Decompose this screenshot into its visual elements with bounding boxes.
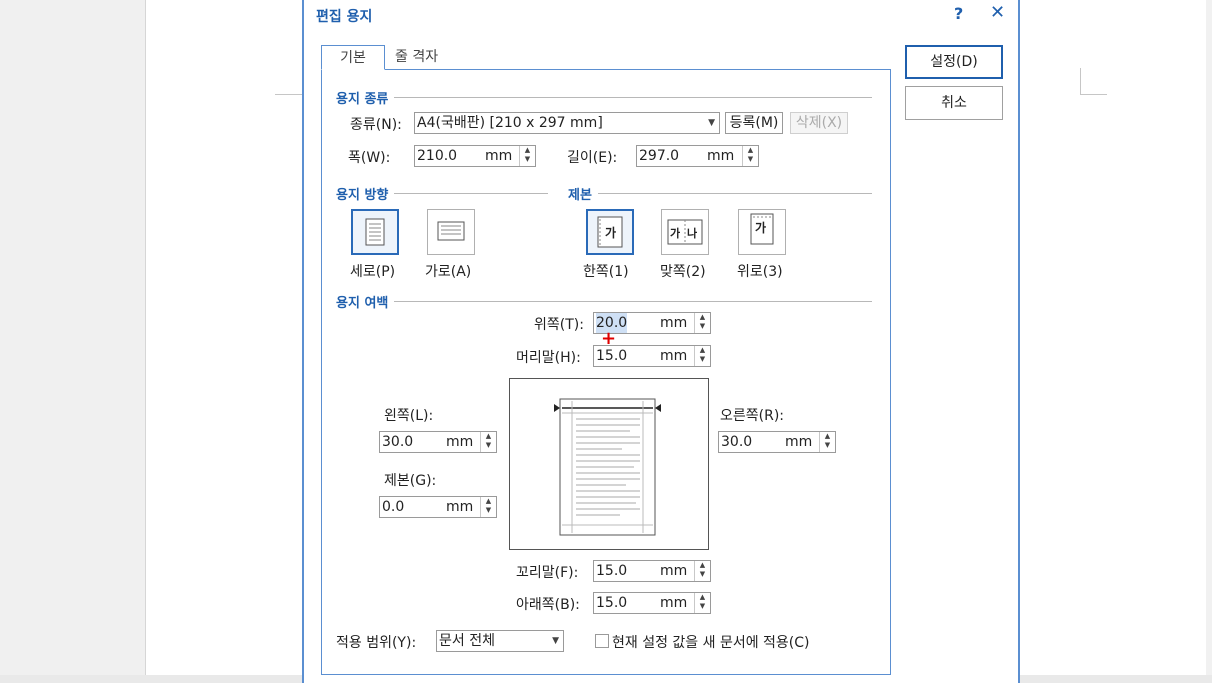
apply-scope-select[interactable]: 문서 전체 ▼ — [436, 630, 564, 652]
spinner-arrows-icon[interactable]: ▲ ▼ — [694, 561, 710, 581]
portrait-option[interactable] — [351, 209, 399, 255]
portrait-label: 세로(P) — [350, 264, 396, 280]
paper-width-value: 210.0 — [417, 148, 458, 164]
left-margin-value: 30.0 — [382, 434, 414, 450]
bottom-margin-spinner[interactable]: 15.0 mm ▲ ▼ — [593, 592, 711, 614]
background-left — [0, 0, 145, 683]
dialog-titlebar: 편집 용지 ? ✕ — [304, 0, 1018, 30]
header-margin-spinner[interactable]: 15.0 mm ▲ ▼ — [593, 345, 711, 367]
header-margin-unit: mm — [660, 348, 688, 364]
section-divider-margins — [336, 301, 872, 302]
binding-single-option[interactable]: 가 — [586, 209, 634, 255]
binding-facing-label: 맞쪽(2) — [660, 264, 706, 280]
footer-margin-spinner[interactable]: 15.0 mm ▲ ▼ — [593, 560, 711, 582]
paper-kind-label: 종류(N): — [350, 117, 402, 133]
paper-height-label: 길이(E): — [567, 150, 618, 166]
ok-button[interactable]: 설정(D) — [905, 45, 1003, 79]
binding-top-label: 위로(3) — [737, 264, 783, 280]
top-margin-unit: mm — [660, 315, 688, 331]
cancel-button[interactable]: 취소 — [905, 86, 1003, 120]
paper-height-unit: mm — [707, 148, 735, 164]
chevron-down-icon: ▼ — [552, 636, 559, 646]
gutter-margin-unit: mm — [446, 499, 474, 515]
left-margin-spinner[interactable]: 30.0 mm ▲ ▼ — [379, 431, 497, 453]
gutter-margin-spinner[interactable]: 0.0 mm ▲ ▼ — [379, 496, 497, 518]
paper-width-spinner[interactable]: 210.0 mm ▲ ▼ — [414, 145, 536, 167]
page-corner-mark-right-h — [1080, 94, 1107, 95]
left-margin-label: 왼쪽(L): — [384, 408, 434, 424]
apply-scope-value: 문서 전체 — [439, 633, 495, 649]
paper-kind-select[interactable]: A4(국배판) [210 x 297 mm] ▼ — [414, 112, 720, 134]
delete-button[interactable]: 삭제(X) — [790, 112, 848, 134]
spinner-arrows-icon[interactable]: ▲ ▼ — [742, 146, 758, 166]
landscape-page-icon — [437, 221, 465, 241]
spinner-arrows-icon[interactable]: ▲ ▼ — [480, 432, 496, 452]
top-margin-label: 위쪽(T): — [534, 317, 584, 333]
footer-margin-unit: mm — [660, 563, 688, 579]
binding-top-option[interactable]: 가 — [738, 209, 786, 255]
dialog-title: 편집 용지 — [316, 9, 373, 25]
binding-facing-text-2: 나 — [687, 226, 697, 240]
chevron-down-icon: ▼ — [708, 118, 715, 128]
close-button[interactable]: ✕ — [990, 2, 1005, 23]
binding-top-text: 가 — [755, 220, 766, 235]
section-binding: 제본 — [568, 184, 598, 203]
section-divider-binding — [568, 193, 872, 194]
spinner-arrows-icon[interactable]: ▲ ▼ — [694, 593, 710, 613]
bottom-margin-label: 아래쪽(B): — [516, 597, 580, 613]
right-margin-label: 오른쪽(R): — [720, 408, 785, 424]
apply-to-new-doc-label: 현재 설정 값을 새 문서에 적용(C) — [612, 635, 810, 651]
right-margin-value: 30.0 — [721, 434, 753, 450]
gutter-margin-label: 제본(G): — [384, 473, 437, 489]
bottom-margin-value: 15.0 — [596, 595, 628, 611]
margin-preview — [509, 378, 709, 550]
binding-single-label: 한쪽(1) — [583, 264, 629, 280]
header-margin-value: 15.0 — [596, 348, 628, 364]
paper-width-unit: mm — [485, 148, 513, 164]
right-margin-unit: mm — [785, 434, 813, 450]
left-margin-unit: mm — [446, 434, 474, 450]
paper-kind-value: A4(국배판) [210 x 297 mm] — [417, 115, 603, 131]
help-button[interactable]: ? — [954, 4, 963, 23]
gutter-margin-value: 0.0 — [382, 499, 405, 515]
bottom-margin-unit: mm — [660, 595, 688, 611]
footer-margin-value: 15.0 — [596, 563, 628, 579]
paper-height-spinner[interactable]: 297.0 mm ▲ ▼ — [636, 145, 759, 167]
paper-height-value: 297.0 — [639, 148, 680, 164]
page-corner-mark-left — [275, 94, 302, 95]
landscape-option[interactable] — [427, 209, 475, 255]
portrait-page-icon — [365, 218, 385, 246]
page-preview-icon — [554, 398, 661, 536]
right-margin-spinner[interactable]: 30.0 mm ▲ ▼ — [718, 431, 836, 453]
binding-single-icon: 가 — [597, 216, 623, 248]
section-orientation: 용지 방향 — [336, 184, 395, 203]
header-margin-label: 머리말(H): — [516, 350, 581, 366]
section-paper-type: 용지 종류 — [336, 88, 395, 107]
binding-facing-text-1: 가 — [670, 226, 680, 240]
binding-facing-option[interactable]: 가 나 — [661, 209, 709, 255]
tab-line-grid[interactable]: 줄 격자 — [395, 45, 438, 70]
landscape-label: 가로(A) — [425, 264, 472, 280]
binding-single-text: 가 — [605, 225, 616, 240]
footer-margin-label: 꼬리말(F): — [516, 565, 579, 581]
binding-top-icon: 가 — [750, 213, 774, 245]
section-margins: 용지 여백 — [336, 292, 395, 311]
spinner-arrows-icon[interactable]: ▲ ▼ — [694, 313, 710, 333]
tab-basic[interactable]: 기본 — [321, 45, 385, 70]
paper-width-label: 폭(W): — [348, 150, 391, 166]
register-button[interactable]: 등록(M) — [725, 112, 783, 134]
apply-scope-label: 적용 범위(Y): — [336, 635, 417, 651]
spinner-arrows-icon[interactable]: ▲ ▼ — [480, 497, 496, 517]
page-corner-mark-right-v — [1080, 68, 1081, 94]
spinner-arrows-icon[interactable]: ▲ ▼ — [694, 346, 710, 366]
section-divider-paper-type — [336, 97, 872, 98]
binding-facing-icon: 가 나 — [667, 219, 703, 245]
spinner-arrows-icon[interactable]: ▲ ▼ — [819, 432, 835, 452]
apply-to-new-doc-checkbox[interactable] — [595, 634, 609, 648]
edit-paper-dialog: 편집 용지 ? ✕ 기본 줄 격자 용지 종류 종류(N): A4(국배판) [… — [302, 0, 1020, 683]
spinner-arrows-icon[interactable]: ▲ ▼ — [519, 146, 535, 166]
